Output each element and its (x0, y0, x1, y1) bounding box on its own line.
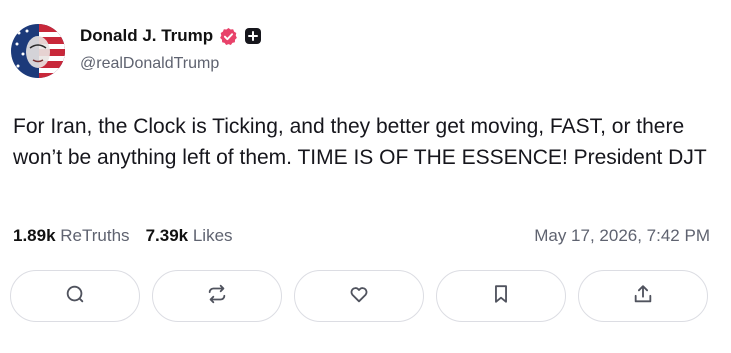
retruths-count: 1.89k (13, 226, 56, 245)
like-icon (348, 283, 370, 310)
plus-badge-icon (244, 27, 262, 45)
retruths-label: ReTruths (60, 226, 130, 245)
author-handle[interactable]: @realDonaldTrump (80, 55, 219, 73)
likes-count: 7.39k (145, 226, 189, 245)
reply-icon (64, 283, 86, 310)
share-button[interactable] (578, 270, 708, 322)
likes-stat[interactable]: 7.39k Likes (146, 226, 233, 246)
post-stats: 1.89k ReTruths 7.39k Likes (13, 226, 233, 246)
bookmark-icon (490, 283, 512, 310)
verified-badge-icon (219, 27, 238, 46)
retruth-button[interactable] (152, 270, 282, 322)
likes-label: Likes (192, 226, 233, 245)
bookmark-button[interactable] (436, 270, 566, 322)
share-icon (632, 283, 654, 310)
reply-button[interactable] (10, 270, 140, 322)
retruth-icon (206, 283, 228, 310)
post-timestamp[interactable]: May 17, 2026, 7:42 PM (534, 226, 710, 246)
action-bar (10, 270, 708, 322)
avatar[interactable] (11, 24, 65, 78)
avatar-image (11, 24, 65, 78)
author-name[interactable]: Donald J. Trump (80, 26, 213, 46)
post-text: For Iran, the Clock is Ticking, and they… (13, 115, 707, 169)
retruths-stat[interactable]: 1.89k ReTruths (13, 226, 130, 246)
like-button[interactable] (294, 270, 424, 322)
